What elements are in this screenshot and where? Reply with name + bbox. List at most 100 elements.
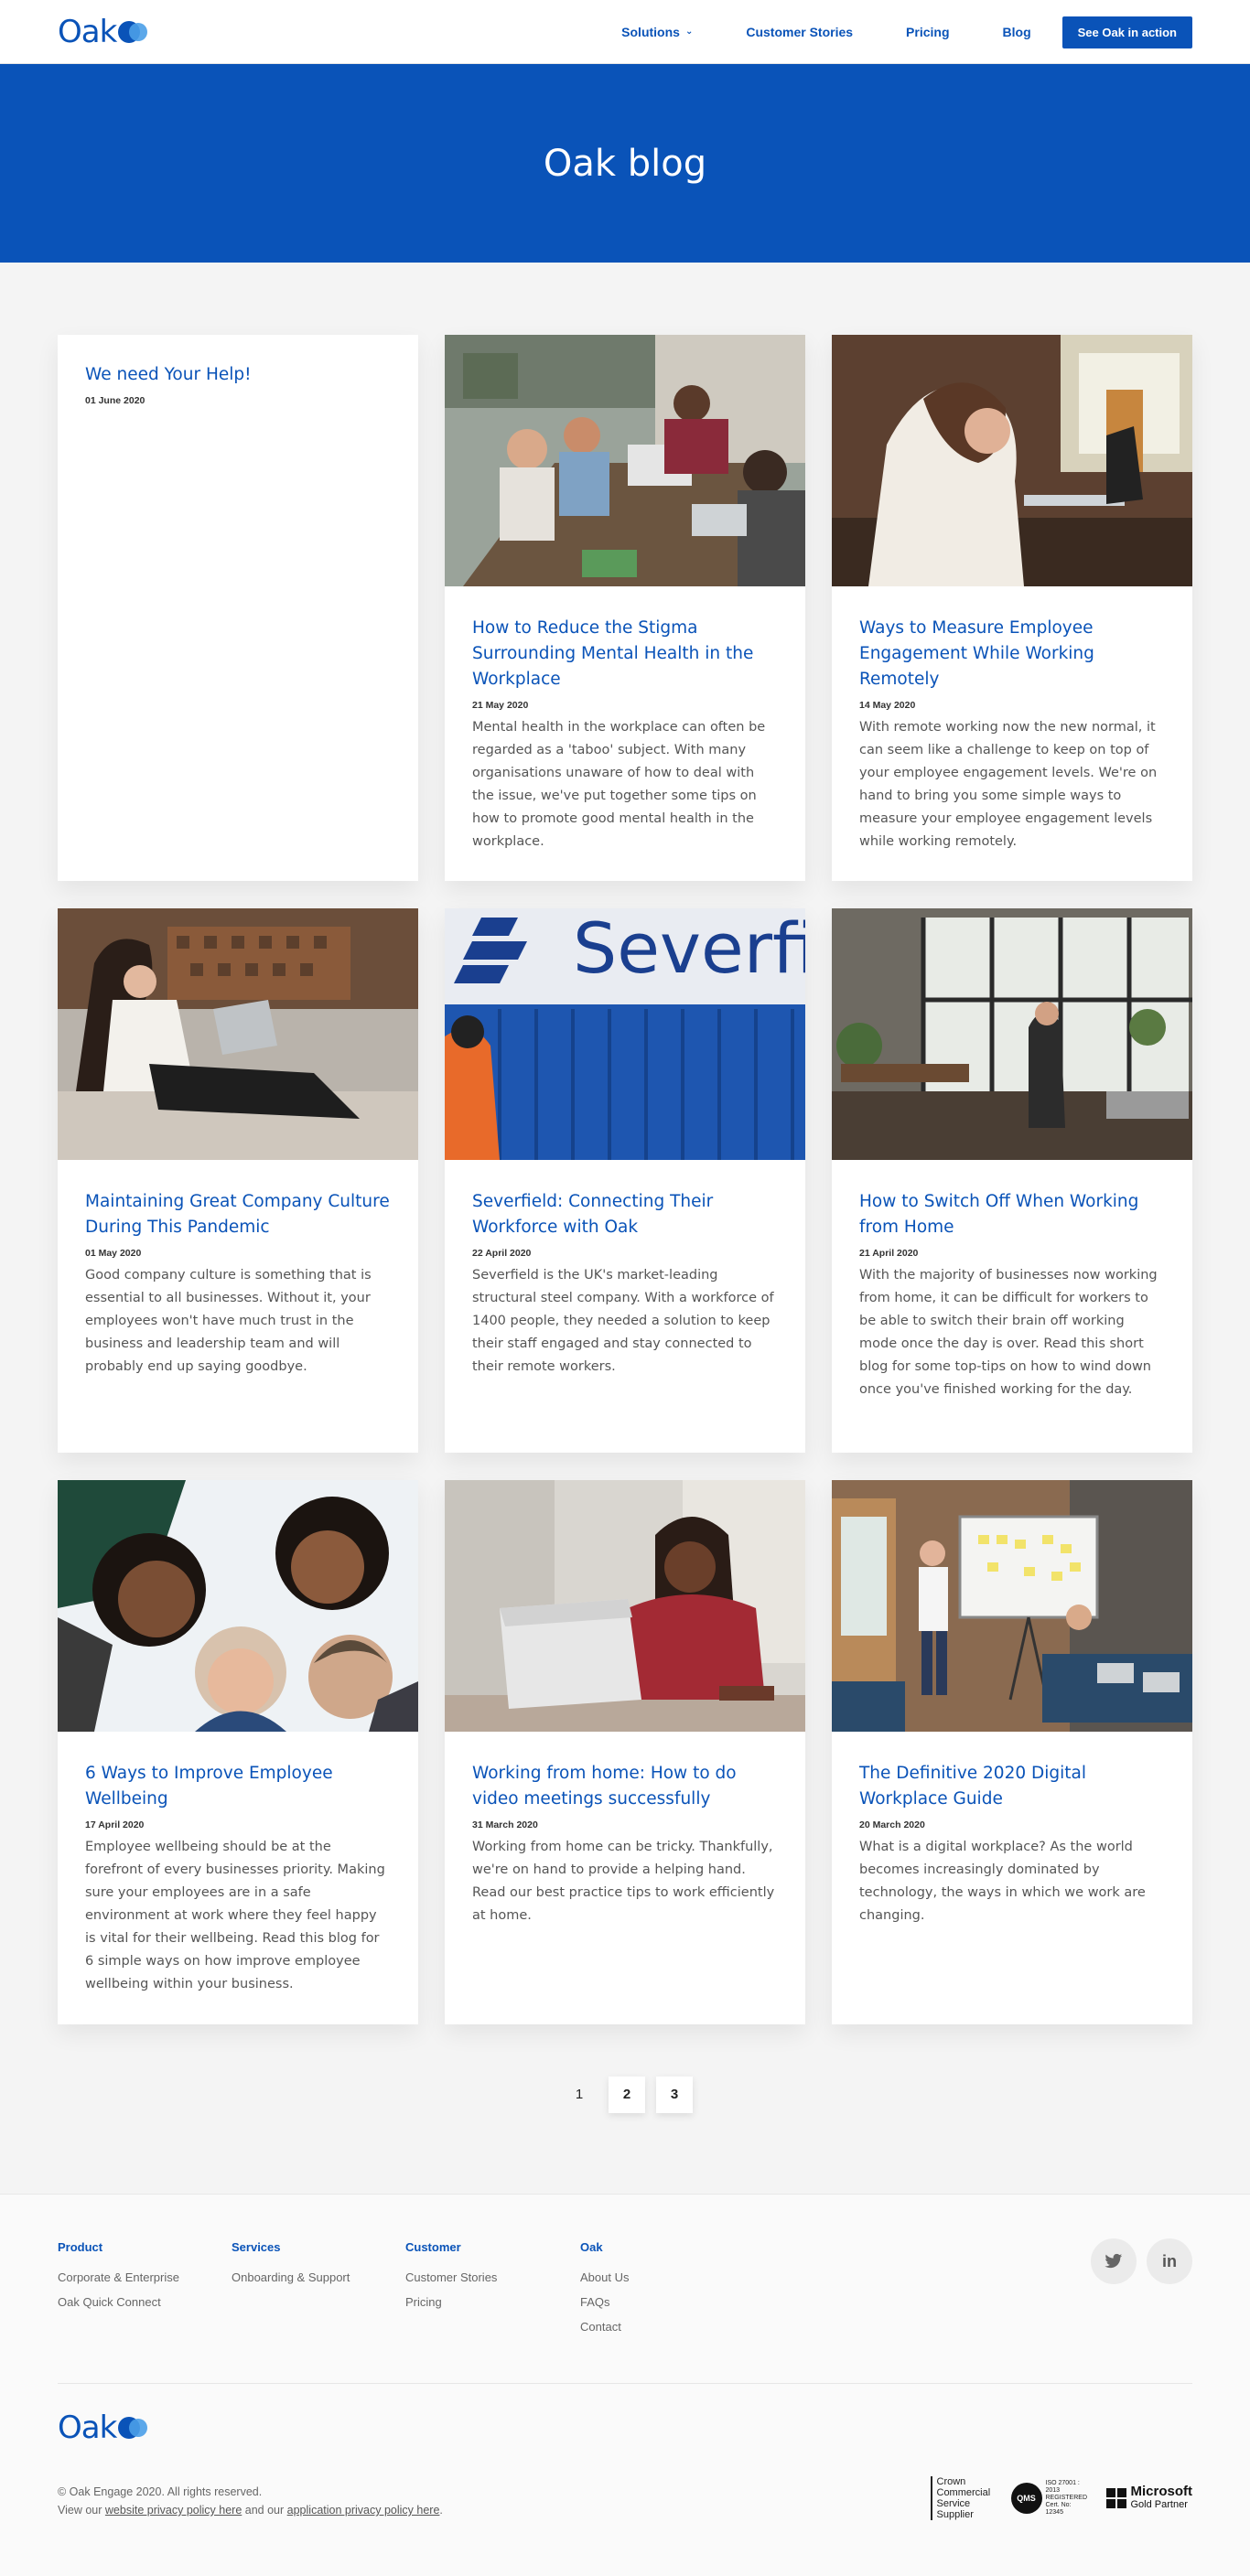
certification-badges: Crown Commercial Service Supplier QMS IS… [930,2476,1193,2520]
post-date: 21 April 2020 [859,1248,919,1259]
footer-link[interactable]: FAQs [580,2290,629,2314]
footer-heading: Oak [580,2240,603,2254]
post-excerpt: Good company culture is something that i… [85,1268,372,1374]
post-excerpt: With the majority of businesses now work… [859,1268,1158,1397]
iso-mark: QMS [1010,2483,1042,2514]
post-title[interactable]: Working from home: How to do video meeti… [472,1761,778,1812]
blog-card[interactable]: We need Your Help! 01 June 2020 [58,335,418,881]
ms-name: Microsoft [1130,2484,1193,2499]
blog-card[interactable]: The Definitive 2020 Digital Workplace Gu… [832,1480,1192,2024]
footer-col-product: Product Corporate & Enterprise Oak Quick… [58,2240,179,2314]
main-nav: Solutions ⌄ Customer Stories Pricing Blo… [568,16,1192,48]
site-header: Oak Solutions ⌄ Customer Stories Pricing… [0,0,1250,64]
post-date: 14 May 2020 [859,700,916,711]
linkedin-icon[interactable]: in [1147,2238,1192,2284]
see-oak-in-action-button[interactable]: See Oak in action [1061,16,1192,48]
nav-customer-stories[interactable]: Customer Stories [746,16,853,48]
post-title[interactable]: Severfield: Connecting Their Workforce w… [472,1189,778,1240]
logo-text: Oak [58,14,117,50]
footer-col-customer: Customer Customer Stories Pricing [405,2240,497,2314]
logo-mark-icon [118,16,149,48]
post-date: 01 June 2020 [85,395,145,406]
post-image-remote-worker[interactable] [832,335,1192,586]
post-title[interactable]: Ways to Measure Employee Engagement Whil… [859,616,1165,692]
post-excerpt: What is a digital workplace? As the worl… [859,1840,1146,1923]
footer-link[interactable]: Oak Quick Connect [58,2290,179,2314]
footer-link[interactable]: Contact [580,2314,629,2339]
post-excerpt: With remote working now the new normal, … [859,720,1158,849]
iso-badge: QMS ISO 27001 : 2013 REGISTERED Cert. No… [1010,2480,1090,2517]
post-title[interactable]: We need Your Help! [85,362,391,388]
iso-text: ISO 27001 : 2013 REGISTERED Cert. No: 12… [1045,2480,1088,2516]
logo-mark-icon [118,2412,149,2443]
nav-solutions[interactable]: Solutions ⌄ [621,16,693,48]
post-excerpt: Employee wellbeing should be at the fore… [85,1840,385,1991]
footer-link[interactable]: Corporate & Enterprise [58,2265,179,2290]
blog-card[interactable]: Severfie Severfield: Connecting Their Wo… [445,908,805,1453]
pagination: 1 2 3 [561,2077,704,2113]
footer-link[interactable]: Customer Stories [405,2265,497,2290]
footer-link[interactable]: Onboarding & Support [232,2265,350,2290]
post-title[interactable]: Maintaining Great Company Culture During… [85,1189,391,1240]
nav-pricing[interactable]: Pricing [906,16,949,48]
post-title[interactable]: How to Reduce the Stigma Surrounding Men… [472,616,778,692]
post-title[interactable]: How to Switch Off When Working from Home [859,1189,1165,1240]
microsoft-gold-partner-badge: Microsoft Gold Partner [1105,2485,1193,2511]
footer-divider [58,2383,1192,2384]
chevron-down-icon: ⌄ [684,27,694,37]
page-2[interactable]: 2 [609,2077,645,2113]
page-3[interactable]: 3 [656,2077,693,2113]
blog-card[interactable]: 6 Ways to Improve Employee Wellbeing 17 … [58,1480,418,2024]
copyright: © Oak Engage 2020. All rights reserved. … [58,2483,443,2519]
footer-link[interactable]: About Us [580,2265,629,2290]
linkedin-icon-glyph: in [1162,2251,1177,2270]
ms-sub: Gold Partner [1130,2499,1188,2510]
microsoft-logo-icon [1105,2488,1126,2508]
post-date: 21 May 2020 [472,700,529,711]
blog-card[interactable]: How to Reduce the Stigma Surrounding Men… [445,335,805,881]
oak-logo[interactable]: Oak [58,16,149,48]
page-title: Oak blog [543,142,707,185]
application-privacy-link[interactable]: application privacy policy here [287,2504,440,2517]
post-date: 17 April 2020 [85,1819,145,1830]
privacy-line: View our website privacy policy here and… [58,2501,443,2519]
footer-link[interactable]: Pricing [405,2290,497,2314]
footer-logo[interactable]: Oak [58,2412,149,2443]
post-image-whiteboard[interactable] [832,1480,1192,1732]
page-1[interactable]: 1 [561,2077,598,2113]
post-image-laptop-floor[interactable] [58,908,418,1160]
post-excerpt: Mental health in the workplace can often… [472,720,766,849]
site-footer: Product Corporate & Enterprise Oak Quick… [0,2194,1250,2576]
post-date: 20 March 2020 [859,1819,925,1830]
twitter-icon[interactable] [1091,2238,1137,2284]
blog-card[interactable]: Working from home: How to do video meeti… [445,1480,805,2024]
blog-card[interactable]: Ways to Measure Employee Engagement Whil… [832,335,1192,881]
footer-heading: Customer [405,2240,461,2254]
post-title[interactable]: 6 Ways to Improve Employee Wellbeing [85,1761,391,1812]
post-image-team-circle[interactable] [58,1480,418,1732]
privacy-suffix: . [439,2504,443,2517]
copyright-text: © Oak Engage 2020. All rights reserved. [58,2485,263,2498]
footer-heading: Product [58,2240,103,2254]
hero-banner: Oak blog [0,64,1250,263]
blog-card[interactable]: How to Switch Off When Working from Home… [832,908,1192,1453]
crown-commercial-badge: Crown Commercial Service Supplier [930,2476,995,2520]
post-image-severfield[interactable]: Severfie [445,908,805,1160]
nav-solutions-label: Solutions [621,25,680,39]
microsoft-badge-text: Microsoft Gold Partner [1131,2485,1193,2511]
post-excerpt: Working from home can be tricky. Thankfu… [472,1840,775,1923]
privacy-prefix: View our [58,2504,102,2517]
post-image-home-office[interactable] [832,908,1192,1160]
post-excerpt: Severfield is the UK's market-leading st… [472,1268,774,1374]
website-privacy-link[interactable]: website privacy policy here [105,2504,242,2517]
post-image-video-meeting[interactable] [445,1480,805,1732]
post-date: 01 May 2020 [85,1248,142,1259]
footer-logo-text: Oak [58,2410,117,2446]
footer-heading: Services [232,2240,281,2254]
nav-blog[interactable]: Blog [1003,16,1031,48]
footer-col-oak: Oak About Us FAQs Contact [580,2240,629,2339]
post-title[interactable]: The Definitive 2020 Digital Workplace Gu… [859,1761,1165,1812]
footer-col-services: Services Onboarding & Support [232,2240,350,2290]
blog-card[interactable]: Maintaining Great Company Culture During… [58,908,418,1453]
post-image-team-meeting[interactable] [445,335,805,586]
